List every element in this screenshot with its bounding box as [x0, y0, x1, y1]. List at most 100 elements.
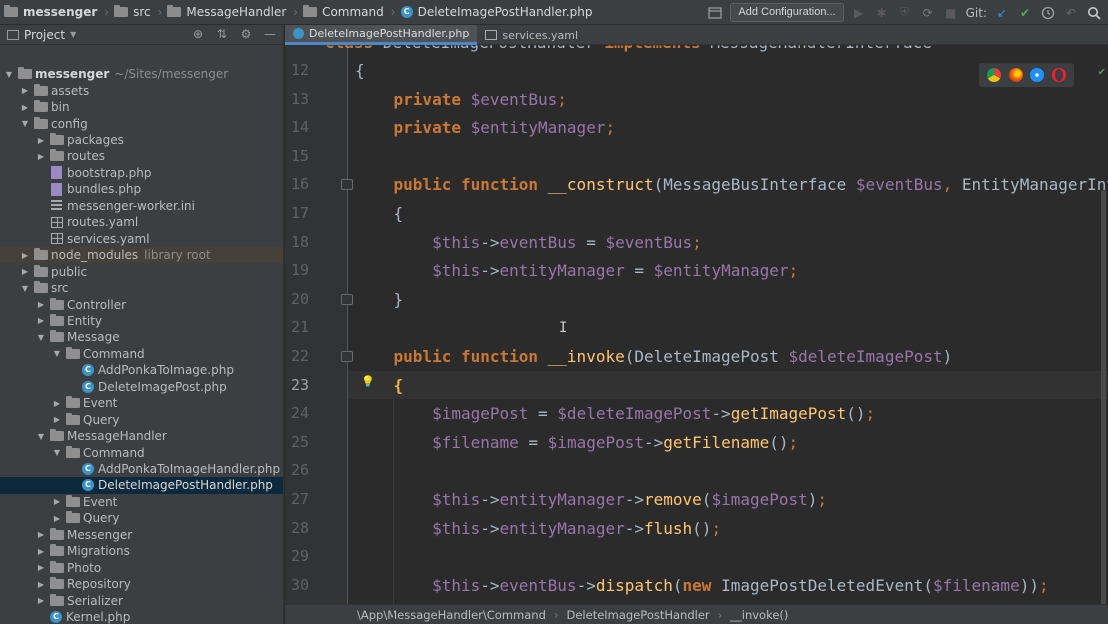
scrollbar-thumb[interactable] — [1101, 190, 1106, 610]
tree-item-messenger-worker-ini[interactable]: messenger-worker.ini — [0, 198, 283, 214]
tree-item-migrations[interactable]: ▶ Migrations — [0, 543, 283, 559]
fold-marker-icon[interactable] — [341, 179, 353, 191]
chevron-down-icon[interactable]: ▼ — [19, 119, 31, 128]
chevron-down-icon[interactable]: ▼ — [51, 349, 63, 358]
tree-item-kernel-php[interactable]: Kernel.php — [0, 609, 283, 624]
chevron-down-icon[interactable]: ▼ — [3, 70, 15, 79]
chevron-right-icon[interactable]: ▶ — [19, 103, 31, 112]
chevron-right-icon[interactable]: ▶ — [35, 300, 47, 309]
tree-item-assets[interactable]: ▶ assets — [0, 82, 283, 98]
tree-item-deleteimageposthandler-php[interactable]: DeleteImagePostHandler.php — [0, 477, 283, 494]
debug-icon[interactable]: ✱ — [874, 5, 890, 21]
tree-item-serializer[interactable]: ▶ Serializer — [0, 592, 283, 608]
code-line[interactable]: $filename = $imagePost->getFilename(); — [355, 433, 798, 452]
tab-deleteimageposthandler[interactable]: DeleteImagePostHandler.php — [285, 25, 478, 45]
opera-icon[interactable] — [1052, 68, 1067, 82]
tree-item-messenger[interactable]: ▼ messenger ~/Sites/messenger — [0, 66, 283, 82]
chevron-right-icon[interactable]: ▶ — [51, 415, 63, 424]
breadcrumb-namespace[interactable]: \App\MessageHandler\Command — [357, 608, 546, 622]
tree-item-addponkatoimagehandler-php[interactable]: AddPonkaToImageHandler.php — [0, 461, 283, 477]
nav-crumb-project[interactable]: messenger — [0, 0, 103, 25]
tree-item-config[interactable]: ▼ config — [0, 115, 283, 131]
code-line[interactable]: private $eventBus; — [355, 90, 567, 109]
git-update-icon[interactable]: ↙ — [994, 5, 1010, 21]
tree-item-query[interactable]: ▶ Query — [0, 411, 283, 427]
code-line[interactable]: $this->entityManager->remove($imagePost)… — [355, 490, 827, 509]
breadcrumb-class[interactable]: DeleteImagePostHandler — [567, 608, 710, 622]
chevron-down-icon[interactable]: ▼ — [35, 333, 47, 342]
tab-services-yaml[interactable]: services.yaml — [477, 25, 586, 45]
fold-marker-icon[interactable] — [341, 293, 353, 305]
code-line[interactable]: { — [355, 204, 404, 223]
collapse-all-icon[interactable]: ⇅ — [215, 27, 229, 41]
gear-icon[interactable]: ⚙ — [239, 27, 253, 41]
tree-item-event[interactable]: ▶ Event — [0, 494, 283, 510]
chevron-down-icon[interactable]: ▼ — [35, 432, 47, 441]
tree-item-src[interactable]: ▼ src — [0, 280, 283, 296]
chevron-right-icon[interactable]: ▶ — [35, 530, 47, 539]
chevron-down-icon[interactable]: ▼ — [70, 30, 76, 39]
tree-item-addponkatoimage-php[interactable]: AddPonkaToImage.php — [0, 362, 283, 378]
tree-item-command[interactable]: ▼ Command — [0, 346, 283, 362]
tree-item-repository[interactable]: ▶ Repository — [0, 576, 283, 592]
git-commit-icon[interactable]: ✔ — [1017, 5, 1033, 21]
nav-crumb-src[interactable]: src — [110, 0, 157, 25]
tree-item-messenger[interactable]: ▶ Messenger — [0, 527, 283, 543]
code-line[interactable]: } — [355, 290, 404, 309]
add-configuration-button[interactable]: Add Configuration... — [730, 3, 844, 22]
tree-item-services-yaml[interactable]: services.yaml — [0, 231, 283, 247]
profile-icon[interactable]: ⟳ — [920, 5, 936, 21]
hide-icon[interactable]: — — [263, 27, 277, 41]
chevron-right-icon[interactable]: ▶ — [35, 316, 47, 325]
nav-crumb-file[interactable]: C DeleteImagePostHandler.php — [397, 0, 599, 25]
coverage-icon[interactable]: ⛨ — [897, 5, 913, 21]
git-revert-icon[interactable]: ↶ — [1063, 5, 1079, 21]
tree-item-routes[interactable]: ▶ routes — [0, 148, 283, 164]
vertical-scrollbar[interactable]: ✔ — [1098, 45, 1108, 610]
chevron-right-icon[interactable]: ▶ — [35, 547, 47, 556]
chevron-right-icon[interactable]: ▶ — [35, 152, 47, 161]
chevron-right-icon[interactable]: ▶ — [51, 497, 63, 506]
fold-marker-icon[interactable] — [341, 351, 353, 362]
chevron-right-icon[interactable]: ▶ — [35, 580, 47, 589]
tree-item-bin[interactable]: ▶ bin — [0, 99, 283, 115]
nav-crumb-command[interactable]: Command — [299, 0, 390, 25]
tree-item-packages[interactable]: ▶ packages — [0, 132, 283, 148]
tree-item-node-modules[interactable]: ▶ node_modules library root — [0, 246, 283, 264]
chevron-right-icon[interactable]: ▶ — [51, 399, 63, 408]
layout-icon[interactable] — [707, 5, 723, 21]
firefox-icon[interactable] — [1008, 68, 1023, 82]
tree-item-routes-yaml[interactable]: routes.yaml — [0, 214, 283, 230]
tree-item-controller[interactable]: ▶ Controller — [0, 296, 283, 312]
tree-item-query[interactable]: ▶ Query — [0, 510, 283, 526]
code-line[interactable]: $imagePost = $deleteImagePost->getImageP… — [355, 404, 875, 423]
chevron-right-icon[interactable]: ▶ — [35, 563, 47, 572]
tree-item-message[interactable]: ▼ Message — [0, 329, 283, 345]
tree-item-bootstrap-php[interactable]: bootstrap.php — [0, 165, 283, 181]
tree-item-entity[interactable]: ▶ Entity — [0, 313, 283, 329]
tree-item-messagehandler[interactable]: ▼ MessageHandler — [0, 428, 283, 444]
safari-icon[interactable] — [1030, 68, 1045, 82]
git-history-icon[interactable] — [1040, 5, 1056, 21]
breadcrumb-method[interactable]: __invoke() — [730, 608, 788, 622]
tree-item-public[interactable]: ▶ public — [0, 263, 283, 279]
chevron-down-icon[interactable]: ▼ — [51, 448, 63, 457]
inspection-ok-icon[interactable]: ✔ — [1098, 67, 1106, 78]
intention-bulb-icon[interactable]: 💡 — [361, 375, 375, 388]
tree-item-photo[interactable]: ▶ Photo — [0, 560, 283, 576]
run-icon[interactable]: ▶ — [851, 5, 867, 21]
code-line[interactable]: $this->entityManager->flush(); — [355, 519, 721, 538]
search-icon[interactable] — [1086, 5, 1102, 21]
locate-icon[interactable]: ⊕ — [191, 27, 205, 41]
chevron-right-icon[interactable]: ▶ — [19, 251, 31, 260]
stop-icon[interactable]: ■ — [943, 5, 959, 21]
tree-item-event[interactable]: ▶ Event — [0, 395, 283, 411]
code-line[interactable]: $this->eventBus = $eventBus; — [355, 233, 702, 252]
nav-crumb-messagehandler[interactable]: MessageHandler — [163, 0, 292, 25]
code-line[interactable]: private $entityManager; — [355, 118, 616, 137]
line-number-gutter[interactable]: 12 13 14 15 16 17 18 19 20 21 22 23 24 25 26 27 28 29 30 — [285, 45, 347, 608]
chevron-right-icon[interactable]: ▶ — [35, 136, 47, 145]
code-line[interactable]: public function __construct(MessageBusIn… — [355, 175, 1108, 194]
code-line[interactable]: public function __invoke(DeleteImagePost… — [355, 347, 953, 366]
code-line[interactable]: $this->eventBus->dispatch(new ImagePostD… — [355, 576, 1049, 595]
